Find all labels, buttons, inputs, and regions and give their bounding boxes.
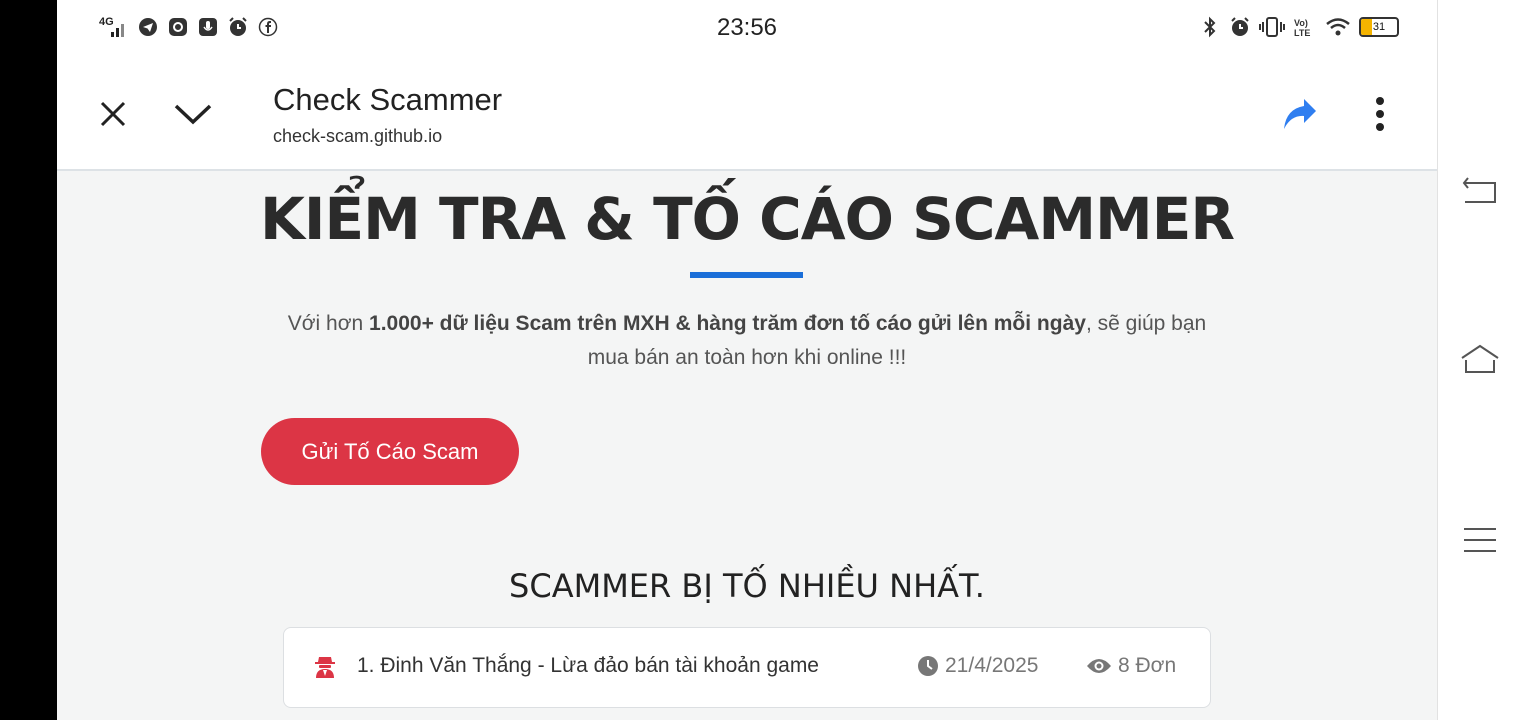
status-bar: 4G 23:56 Vo) LTE 31 — [57, 0, 1437, 58]
recents-icon — [1464, 528, 1496, 552]
share-button[interactable] — [1272, 86, 1328, 142]
close-icon — [100, 101, 126, 127]
svg-text:LTE: LTE — [1294, 28, 1310, 38]
bluetooth-icon — [1199, 16, 1221, 38]
more-options-button[interactable] — [1352, 86, 1408, 142]
hero-description: Với hơn 1.000+ dữ liệu Scam trên MXH & h… — [267, 307, 1227, 375]
volte-icon: Vo) LTE — [1293, 16, 1317, 38]
home-button[interactable] — [1459, 337, 1501, 379]
report-count: 8 Đơn — [1086, 654, 1176, 678]
back-icon — [1462, 177, 1496, 203]
report-date: 21/4/2025 — [917, 654, 1038, 678]
report-scam-button[interactable]: Gửi Tố Cáo Scam — [261, 418, 519, 485]
home-icon — [1461, 344, 1499, 373]
minimize-button[interactable] — [165, 86, 221, 142]
device-screen: 4G 23:56 Vo) LTE 31 Check Scammer check-… — [57, 0, 1437, 720]
desc-highlight: 1.000+ dữ liệu Scam trên MXH & hàng trăm… — [369, 312, 1086, 335]
recents-button[interactable] — [1459, 519, 1501, 561]
eye-icon — [1087, 659, 1111, 673]
report-date-text: 21/4/2025 — [945, 654, 1039, 677]
chevron-down-icon — [174, 104, 212, 125]
user-secret-icon — [314, 654, 336, 683]
title-underline — [690, 272, 803, 278]
status-icons-right: Vo) LTE 31 — [1199, 16, 1399, 38]
hero-title: KIỂM TRA & TỐ CÁO SCAMMER — [259, 185, 1235, 253]
svg-text:Vo): Vo) — [1294, 18, 1308, 28]
list-item[interactable]: 1. Đinh Văn Thắng - Lừa đảo bán tài khoả… — [283, 627, 1211, 708]
back-button[interactable] — [1459, 168, 1501, 210]
top-scammers-title: SCAMMER BỊ TỐ NHIỀU NHẤT. — [509, 567, 985, 605]
navigation-bar — [1437, 0, 1520, 720]
battery-level: 31 — [1372, 21, 1386, 33]
page-title: Check Scammer — [273, 82, 503, 117]
page-url[interactable]: check-scam.github.io — [273, 126, 442, 147]
wifi-icon — [1325, 16, 1351, 38]
top-scammers-list: 1. Đinh Văn Thắng - Lừa đảo bán tài khoả… — [283, 627, 1211, 708]
vibrate-icon — [1259, 16, 1285, 38]
share-icon — [1284, 99, 1316, 129]
scammer-name: 1. Đinh Văn Thắng - Lừa đảo bán tài khoả… — [357, 654, 819, 677]
report-count-text: 8 Đơn — [1118, 654, 1177, 677]
battery-icon: 31 — [1359, 17, 1399, 37]
web-content: KIỂM TRA & TỐ CÁO SCAMMER Với hơn 1.000+… — [57, 171, 1437, 720]
close-button[interactable] — [85, 86, 141, 142]
alarm-icon — [1229, 16, 1251, 38]
desc-prefix: Với hơn — [287, 312, 370, 335]
custom-tab-toolbar: Check Scammer check-scam.github.io — [57, 58, 1437, 171]
clock-icon — [918, 656, 938, 676]
more-vert-icon — [1376, 97, 1384, 131]
